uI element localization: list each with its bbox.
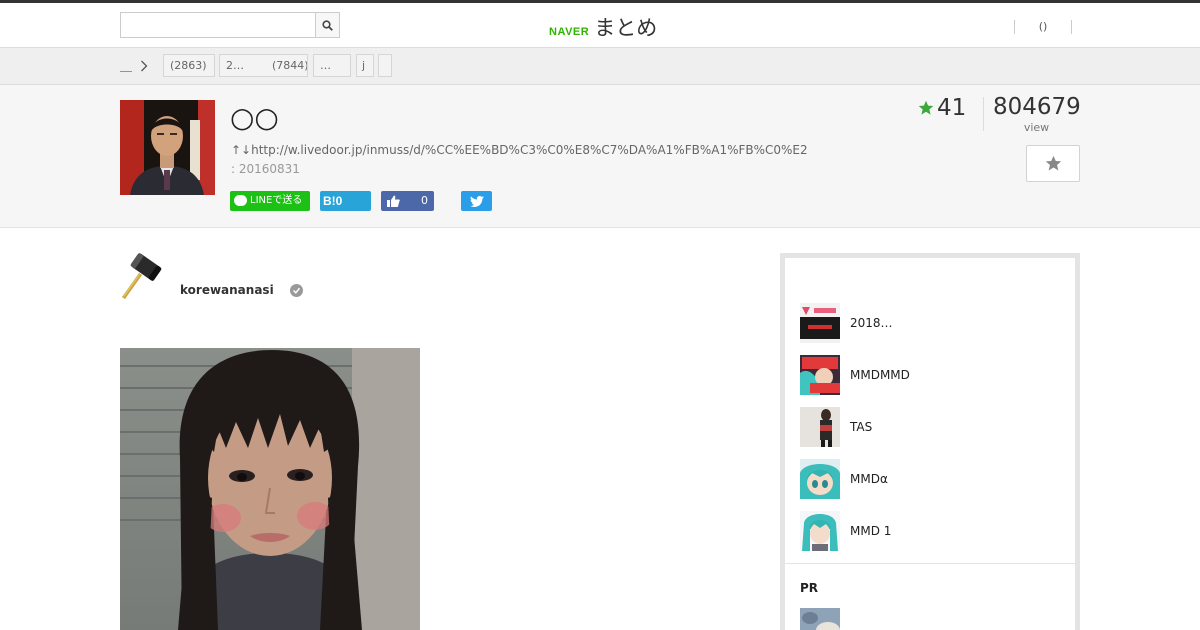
sidebar-thumb-4 bbox=[800, 459, 840, 499]
article-date: : 20160831 bbox=[231, 162, 300, 176]
sidebar-item-1[interactable]: 2018… bbox=[800, 303, 1060, 343]
twitter-share-button[interactable] bbox=[461, 191, 492, 211]
line-share-button[interactable]: LINEで送る bbox=[230, 191, 310, 211]
view-count-label: view bbox=[1023, 121, 1050, 134]
hatena-count: 0 bbox=[335, 194, 343, 208]
sidebar-item-title: 2018… bbox=[850, 316, 893, 330]
breadcrumb-chip-4[interactable]: j bbox=[356, 54, 374, 77]
favorite-count: 41 bbox=[918, 95, 966, 121]
star-icon bbox=[918, 100, 934, 115]
sidebar-item-4[interactable]: MMDα bbox=[800, 459, 1060, 499]
sidebar-item-title: MMDMMD bbox=[850, 368, 910, 382]
sidebar-item-title: MMDα bbox=[850, 472, 888, 486]
sidebar-thumb-1 bbox=[800, 303, 840, 343]
hatena-label: B! bbox=[323, 194, 336, 208]
chevron-right-icon bbox=[141, 60, 148, 72]
stat-divider bbox=[983, 97, 984, 131]
related-sidebar: 2018… MMDMMD TAS MMDα MMD 1 PR bbox=[780, 253, 1080, 630]
hatena-bookmark-button[interactable]: B!0 bbox=[320, 191, 371, 211]
logo-naver: NAVER bbox=[549, 26, 590, 38]
view-count: 804679 bbox=[993, 94, 1081, 120]
add-favorite-button[interactable] bbox=[1026, 145, 1080, 182]
line-share-label: LINEで送る bbox=[250, 195, 303, 206]
hammer-icon bbox=[122, 253, 162, 299]
search-input[interactable] bbox=[121, 13, 316, 37]
site-logo[interactable]: NAVER まとめ bbox=[549, 12, 657, 42]
logo-matome: まとめ bbox=[594, 16, 658, 40]
sidebar-item-title: MMD 1 bbox=[850, 524, 892, 538]
sidebar-item-title: TAS bbox=[850, 420, 873, 434]
favorite-count-value: 41 bbox=[937, 95, 967, 121]
breadcrumb-chip-3[interactable]: … bbox=[313, 54, 351, 77]
breadcrumb-chip-2[interactable]: 2… (7844) bbox=[219, 54, 308, 77]
sidebar-item-5[interactable]: MMD 1 bbox=[800, 511, 1060, 551]
sidebar-item-3[interactable]: TAS bbox=[800, 407, 1060, 447]
article-title: ○○ bbox=[230, 101, 279, 134]
line-icon bbox=[234, 195, 247, 206]
search-icon bbox=[322, 19, 333, 31]
search-box bbox=[120, 12, 340, 38]
sidebar-divider bbox=[785, 563, 1075, 564]
portrait-photo bbox=[120, 348, 420, 630]
top-header: NAVER まとめ () bbox=[0, 0, 1200, 48]
sidebar-item-2[interactable]: MMDMMD bbox=[800, 355, 1060, 395]
article-header: ○○ ↑↓http://w.livedoor.jp/inmuss/d/%CC%E… bbox=[0, 85, 1200, 228]
star-outline-icon bbox=[1045, 155, 1061, 171]
author-name[interactable]: korewananasi bbox=[180, 283, 274, 297]
pr-section-label: PR bbox=[800, 581, 819, 595]
article-source-link[interactable]: ↑↓http://w.livedoor.jp/inmuss/d/%CC%EE%B… bbox=[231, 143, 808, 157]
sidebar-thumb-5 bbox=[800, 511, 840, 551]
sidebar-thumb-3 bbox=[800, 407, 840, 447]
breadcrumb-chip-5[interactable] bbox=[378, 54, 392, 77]
pr-thumb[interactable] bbox=[800, 608, 840, 630]
article-cover-image[interactable] bbox=[120, 100, 215, 195]
facebook-count: 0 bbox=[421, 194, 428, 207]
breadcrumb: ＿ (2863) 2… (7844) … j bbox=[0, 48, 1200, 85]
search-button[interactable] bbox=[315, 13, 339, 37]
twitter-bird-icon bbox=[469, 195, 484, 207]
breadcrumb-chip-1[interactable]: (2863) bbox=[163, 54, 215, 77]
author-avatar[interactable] bbox=[120, 253, 164, 299]
main-article-image[interactable] bbox=[120, 348, 420, 630]
facebook-like-button[interactable]: 0 bbox=[381, 191, 434, 211]
user-menu-link[interactable]: () bbox=[1014, 20, 1072, 34]
breadcrumb-home[interactable]: ＿ bbox=[120, 57, 132, 74]
thumbs-up-icon bbox=[387, 195, 400, 207]
cover-photo bbox=[120, 100, 215, 195]
sidebar-thumb-2 bbox=[800, 355, 840, 395]
verified-check-icon bbox=[290, 284, 303, 297]
